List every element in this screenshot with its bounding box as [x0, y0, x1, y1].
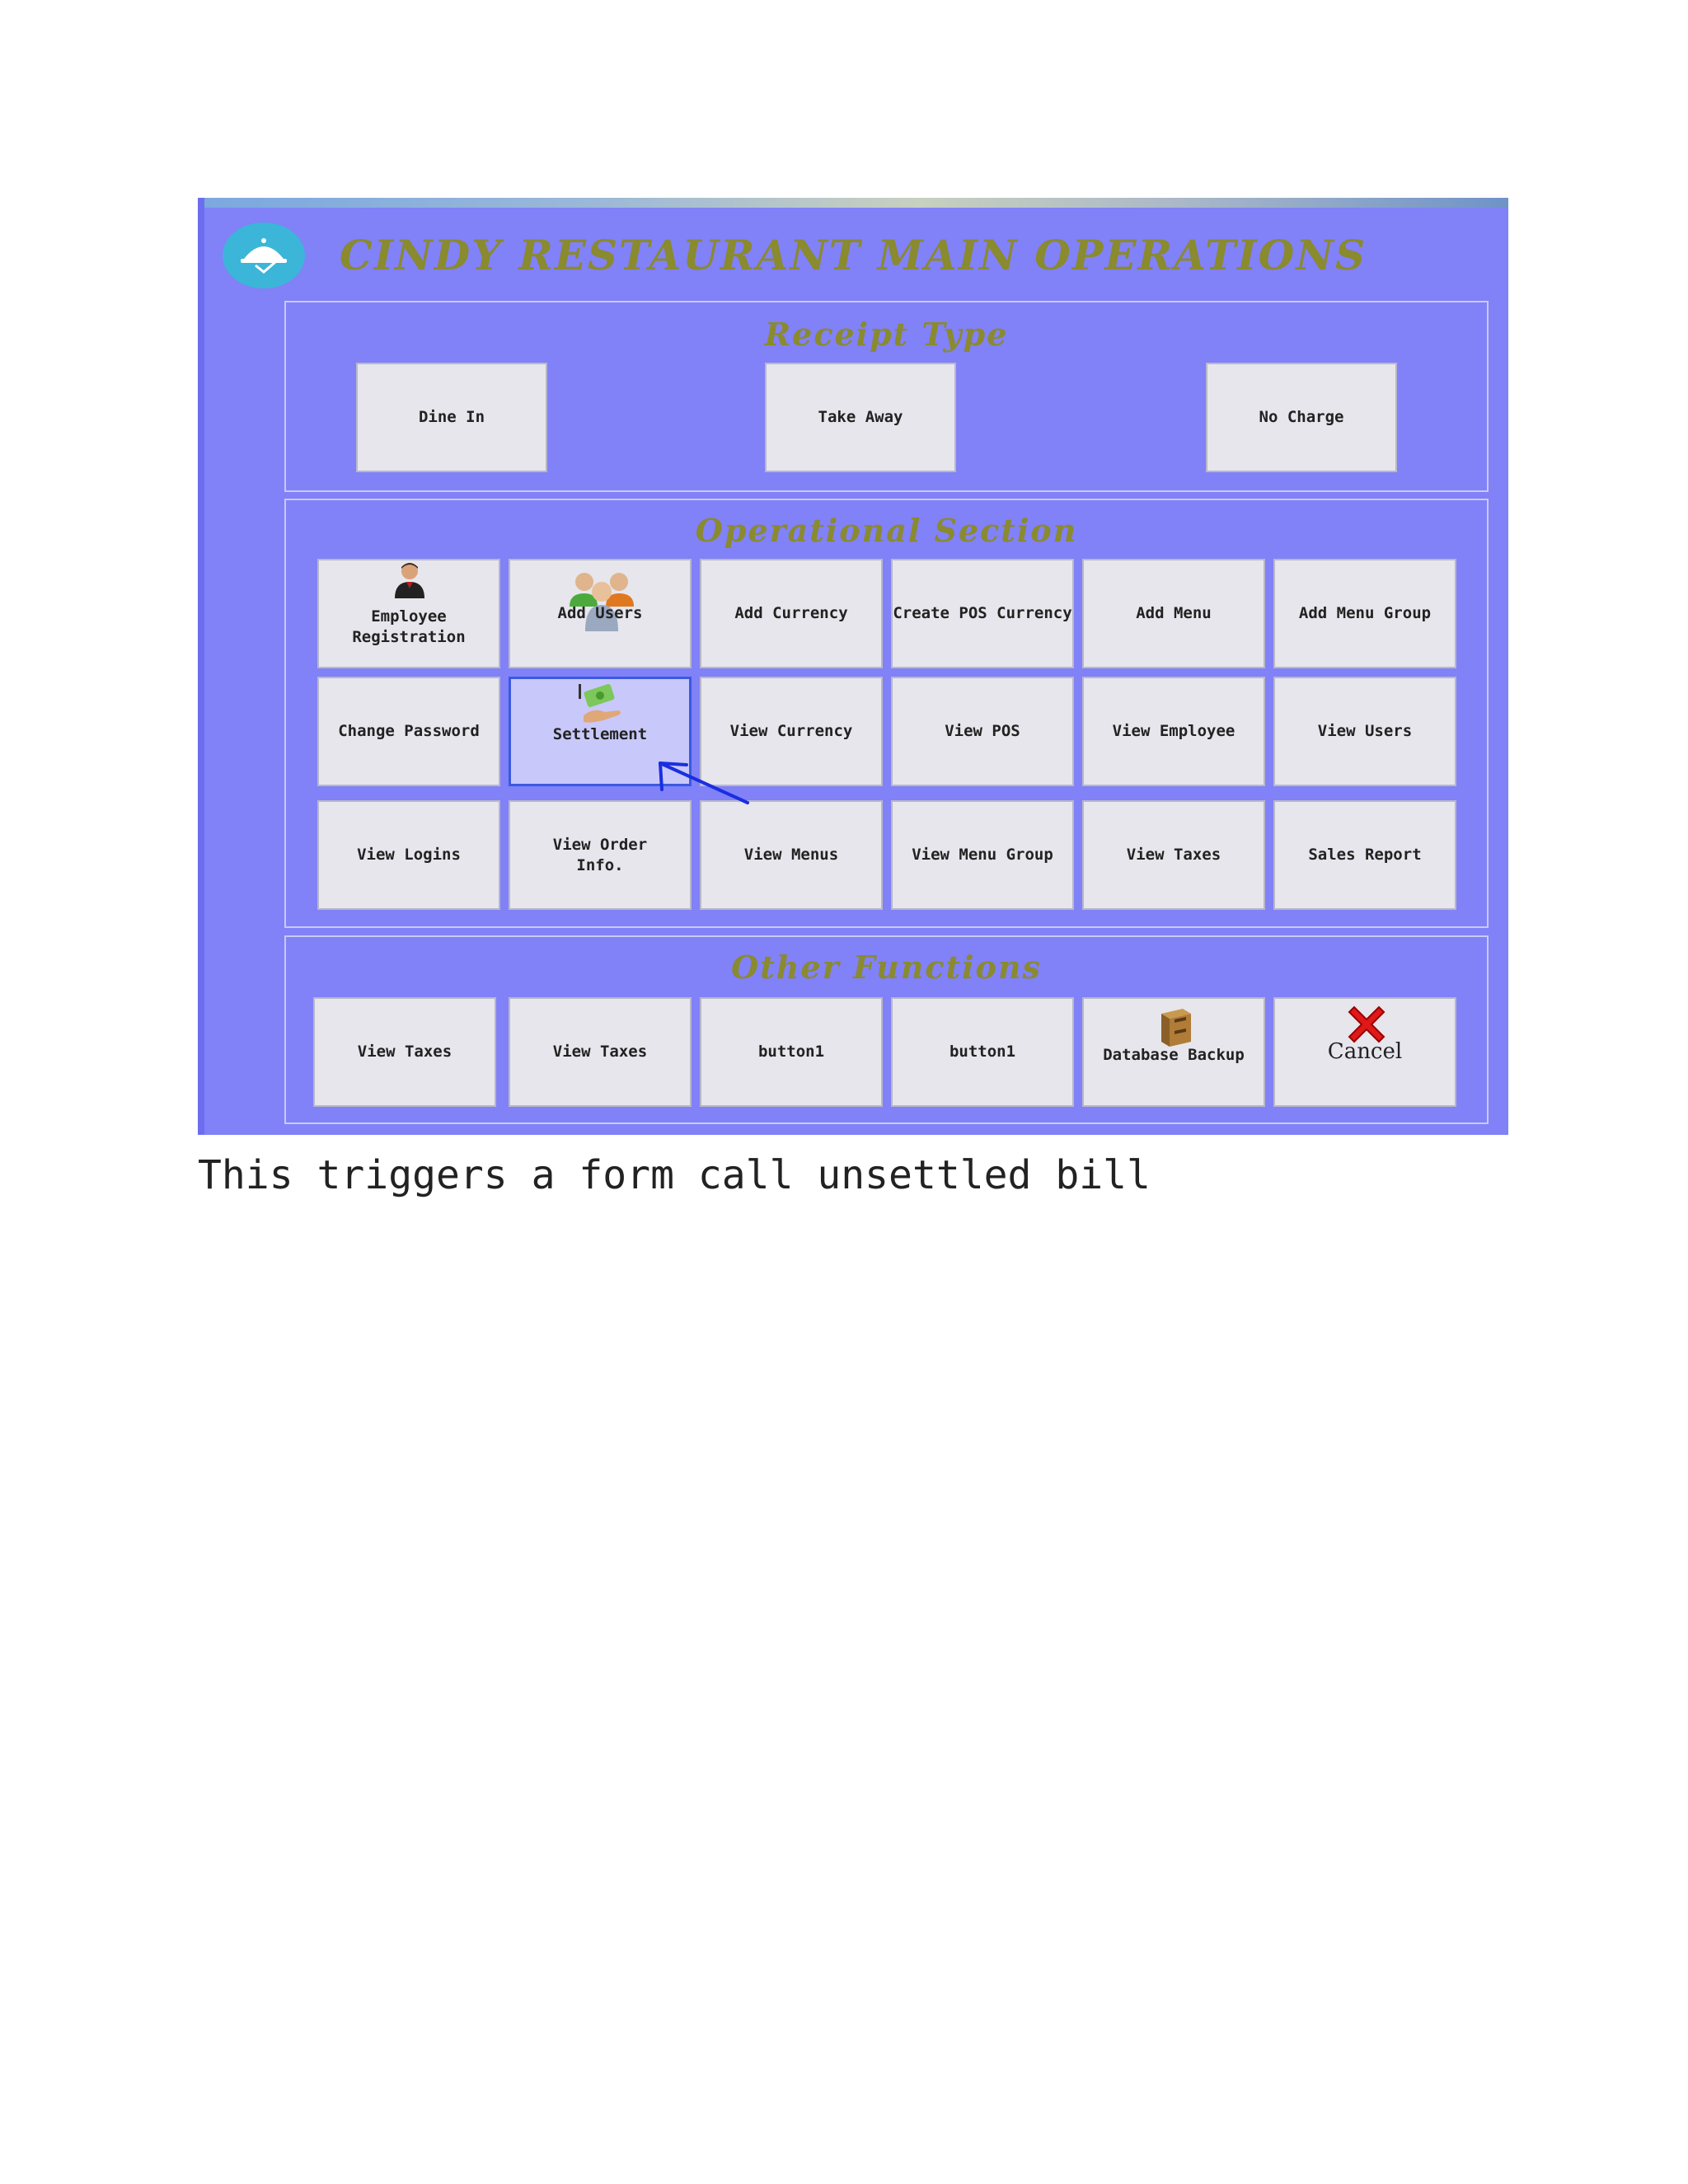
view-logins-button[interactable]: View Logins	[317, 800, 500, 910]
window-edge	[198, 198, 204, 1135]
annotation-arrow-icon	[659, 762, 749, 804]
cabinet-icon	[1161, 1009, 1191, 1047]
view-users-button[interactable]: View Users	[1273, 677, 1456, 786]
dine-in-button[interactable]: Dine In	[356, 363, 547, 472]
view-pos-button[interactable]: View POS	[891, 677, 1074, 786]
receipt-type-title: Receipt Type	[764, 316, 1009, 353]
desktop-strip	[198, 198, 1508, 208]
database-backup-button[interactable]: Database Backup	[1082, 997, 1265, 1107]
other-view-taxes-button-1[interactable]: View Taxes	[313, 997, 496, 1107]
view-employee-button[interactable]: View Employee	[1082, 677, 1265, 786]
create-pos-currency-button[interactable]: Create POS Currency	[891, 559, 1074, 668]
app-window: CINDY RESTAURANT MAIN OPERATIONS Receipt…	[198, 198, 1508, 1135]
add-currency-button[interactable]: Add Currency	[700, 559, 883, 668]
button1-a[interactable]: button1	[700, 997, 883, 1107]
view-taxes-button[interactable]: View Taxes	[1082, 800, 1265, 910]
change-password-button[interactable]: Change Password	[317, 677, 500, 786]
add-users-button[interactable]: Add Users	[509, 559, 692, 668]
other-functions-title: Other Functions	[731, 949, 1042, 986]
money-hand-icon	[579, 684, 621, 723]
add-menu-button[interactable]: Add Menu	[1082, 559, 1265, 668]
view-menus-button[interactable]: View Menus	[700, 800, 883, 910]
sales-report-button[interactable]: Sales Report	[1273, 800, 1456, 910]
employee-registration-button[interactable]: Employee Registration	[317, 559, 500, 668]
caption-text: This triggers a form call unsettled bill	[198, 1152, 1151, 1198]
cancel-button[interactable]: Cancel	[1273, 997, 1456, 1107]
window-title: CINDY RESTAURANT MAIN OPERATIONS	[339, 231, 1367, 279]
add-menu-group-button[interactable]: Add Menu Group	[1273, 559, 1456, 668]
view-order-info-button[interactable]: View Order Info.	[509, 800, 692, 910]
person-icon	[395, 563, 424, 598]
view-menu-group-button[interactable]: View Menu Group	[891, 800, 1074, 910]
other-view-taxes-button-2[interactable]: View Taxes	[509, 997, 692, 1107]
take-away-button[interactable]: Take Away	[765, 363, 956, 472]
operational-title: Operational Section	[695, 512, 1078, 549]
button1-b[interactable]: button1	[891, 997, 1074, 1107]
no-charge-button[interactable]: No Charge	[1206, 363, 1397, 472]
